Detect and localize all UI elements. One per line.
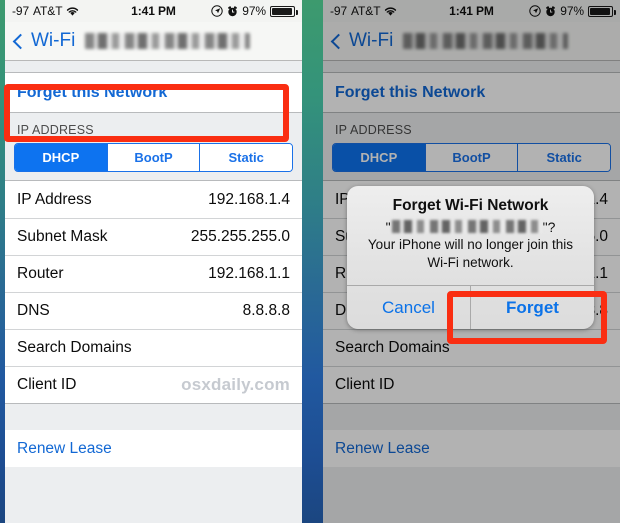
- dialog-button-row: Cancel Forget: [347, 285, 594, 330]
- table-row-search-domains[interactable]: Search Domains: [5, 329, 302, 366]
- table-row-subnet-mask[interactable]: Subnet Mask 255.255.255.0: [5, 218, 302, 255]
- segment-bootp[interactable]: BootP: [106, 144, 200, 171]
- segment-static[interactable]: Static: [199, 144, 292, 171]
- ip-mode-segmented-control-wrap: DHCP BootP Static: [5, 143, 302, 180]
- ip-mode-segmented-control[interactable]: DHCP BootP Static: [14, 143, 293, 172]
- alarm-clock-icon: [227, 5, 238, 17]
- status-bar-left: -97 AT&T 1:41 PM 97%: [5, 0, 302, 22]
- row-label: DNS: [17, 302, 50, 319]
- carrier-name: AT&T: [33, 4, 63, 18]
- quote-open: ": [385, 218, 391, 235]
- row-value: 8.8.8.8: [242, 302, 290, 319]
- dialog-title: Forget Wi-Fi Network: [392, 197, 549, 214]
- table-row-router[interactable]: Router 192.168.1.1: [5, 255, 302, 292]
- cancel-button[interactable]: Cancel: [347, 286, 470, 329]
- row-value: 255.255.255.0: [190, 228, 290, 245]
- network-name-redacted: [85, 33, 251, 49]
- row-label: Search Domains: [17, 339, 132, 356]
- screenshot-canvas: -97 AT&T 1:41 PM 97% Wi-Fi Forget this N…: [0, 0, 620, 523]
- table-row-ip-address[interactable]: IP Address 192.168.1.4: [5, 181, 302, 218]
- table-row-client-id[interactable]: Client ID osxdaily.com: [5, 366, 302, 403]
- row-value: 192.168.1.1: [208, 265, 290, 282]
- row-label: Subnet Mask: [17, 228, 108, 245]
- wifi-icon: [66, 6, 79, 17]
- list-spacer-bottom: [5, 404, 302, 430]
- row-label: Client ID: [17, 376, 77, 393]
- forget-confirm-button[interactable]: Forget: [470, 286, 594, 330]
- phone-screen-left: -97 AT&T 1:41 PM 97% Wi-Fi Forget this N…: [5, 0, 302, 523]
- back-button[interactable]: Wi-Fi: [12, 30, 76, 52]
- ip-details-group: IP Address 192.168.1.4 Subnet Mask 255.2…: [5, 180, 302, 404]
- dialog-message: Your iPhone will no longer join this Wi-…: [367, 237, 574, 271]
- site-watermark: osxdaily.com: [181, 375, 290, 394]
- ip-address-section-header: IP ADDRESS: [17, 123, 94, 137]
- status-bar-right-group: 97%: [211, 4, 298, 18]
- quote-close: "?: [542, 218, 556, 235]
- battery-percent: 97%: [242, 4, 266, 18]
- navigation-bar-left: Wi-Fi: [5, 22, 302, 61]
- location-arrow-icon: [211, 5, 223, 17]
- row-label: IP Address: [17, 190, 92, 208]
- segment-dhcp[interactable]: DHCP: [15, 144, 107, 171]
- dialog-ssid-line: " "?: [361, 218, 580, 235]
- forget-this-network-button[interactable]: Forget this Network: [5, 72, 302, 113]
- dialog-body: Forget Wi-Fi Network " "? Your iPhone wi…: [347, 186, 594, 285]
- forget-wifi-network-dialog: Forget Wi-Fi Network " "? Your iPhone wi…: [347, 186, 594, 330]
- status-bar-left-group: -97 AT&T: [12, 4, 79, 18]
- settings-list-left: Forget this Network IP ADDRESS DHCP Boot…: [5, 61, 302, 523]
- back-button-label: Wi-Fi: [31, 30, 76, 51]
- row-value: 192.168.1.4: [208, 190, 290, 208]
- chevron-left-icon: [12, 33, 29, 49]
- renew-lease-button[interactable]: Renew Lease: [5, 430, 302, 467]
- table-row-dns[interactable]: DNS 8.8.8.8: [5, 292, 302, 329]
- battery-icon: [270, 5, 298, 17]
- row-label: Router: [17, 265, 64, 282]
- signal-strength-value: -97: [12, 4, 30, 18]
- ssid-redacted: [391, 220, 542, 233]
